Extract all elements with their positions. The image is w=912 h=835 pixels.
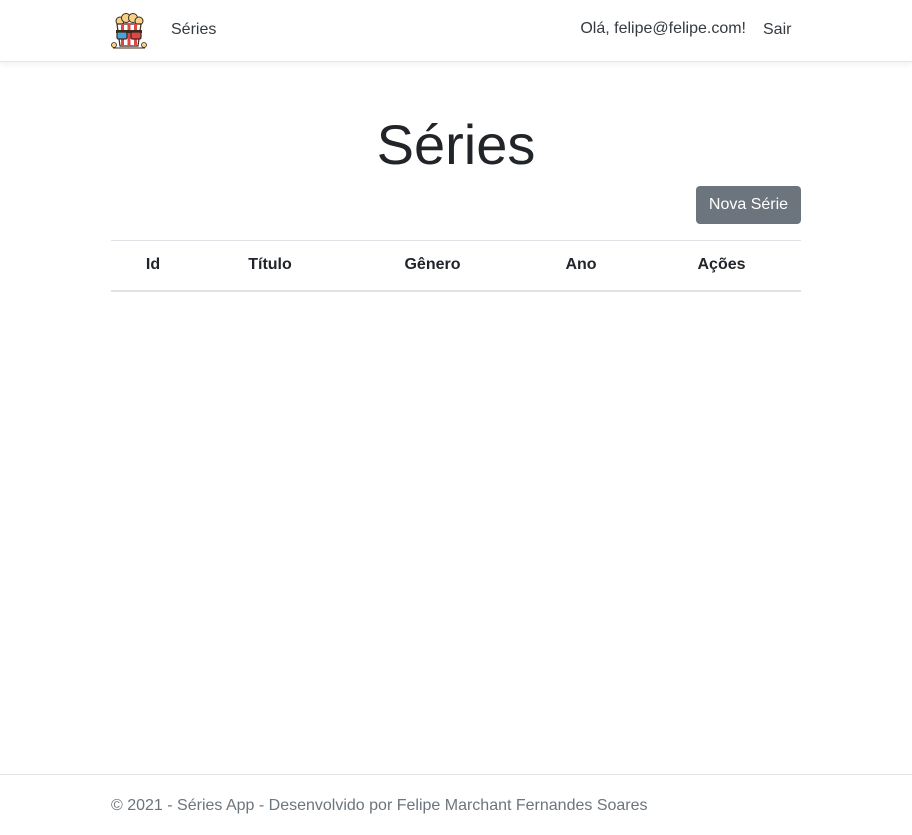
nav-link-series[interactable]: Séries [171,20,216,40]
footer: © 2021 - Séries App - Desenvolvido por F… [0,774,912,835]
logout-link[interactable]: Sair [763,20,791,40]
column-header-title: Título [195,240,345,292]
column-header-year: Ano [520,240,642,292]
column-header-actions: Ações [642,240,801,292]
column-header-genre: Gênero [345,240,520,292]
user-greeting: Olá, felipe@felipe.com! [580,20,746,37]
series-table-container: Id Título Gênero Ano Ações [111,240,801,292]
column-header-id: Id [111,240,195,292]
table-header-row: Id Título Gênero Ano Ações [111,240,801,292]
page-title: Séries [376,113,536,176]
series-table: Id Título Gênero Ano Ações [111,240,801,292]
popcorn-logo-icon[interactable] [110,13,148,49]
navbar: Séries Olá, felipe@felipe.com! Sair [0,0,912,62]
new-series-button[interactable]: Nova Série [696,186,801,224]
footer-copyright: © 2021 - Séries App - Desenvolvido por F… [111,797,648,814]
